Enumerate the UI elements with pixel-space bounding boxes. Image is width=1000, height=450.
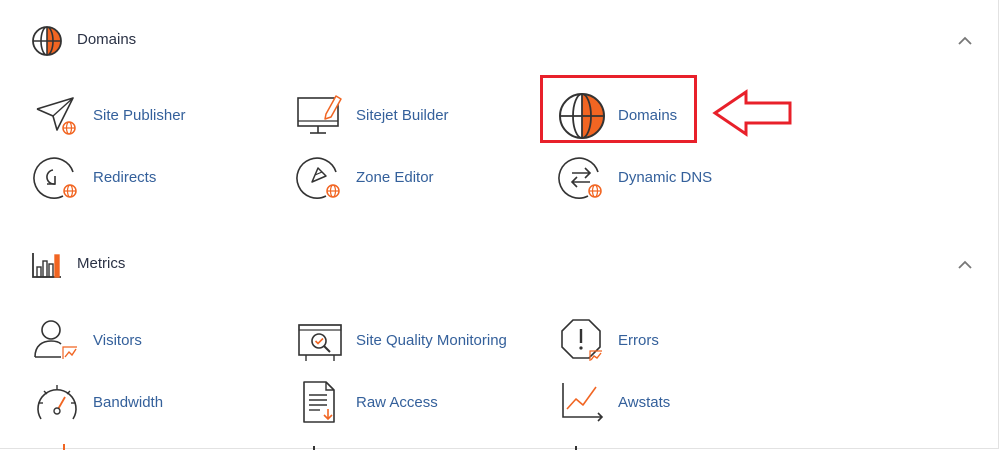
pointer-arrow — [712, 88, 794, 138]
section-header-metrics[interactable]: Metrics — [0, 245, 1000, 285]
compass-globe-icon — [296, 154, 344, 202]
octagon-alert-icon — [558, 317, 606, 365]
errors-label: Errors — [618, 332, 659, 349]
site-quality-monitoring-link[interactable]: Site Quality Monitoring — [296, 317, 536, 365]
globe-icon — [31, 25, 63, 57]
next-row-icon-peek — [63, 444, 65, 450]
zone-editor-link[interactable]: Zone Editor — [296, 154, 536, 202]
chevron-up-icon[interactable] — [957, 257, 973, 273]
site-publisher-link[interactable]: Site Publisher — [33, 92, 273, 140]
site-quality-monitoring-label: Site Quality Monitoring — [356, 332, 507, 349]
bar-chart-icon — [31, 249, 63, 281]
next-row-icon-peek — [575, 446, 577, 450]
sitejet-builder-label: Sitejet Builder — [356, 107, 449, 124]
awstats-link[interactable]: Awstats — [558, 379, 798, 427]
dynamic-dns-link[interactable]: Dynamic DNS — [558, 154, 798, 202]
redirects-label: Redirects — [93, 169, 157, 186]
sitejet-builder-link[interactable]: Sitejet Builder — [296, 92, 536, 140]
redirects-link[interactable]: Redirects — [33, 154, 273, 202]
bandwidth-link[interactable]: Bandwidth — [33, 379, 273, 427]
zone-editor-label: Zone Editor — [356, 169, 434, 186]
monitor-pen-icon — [296, 92, 344, 140]
line-chart-icon — [558, 379, 606, 427]
user-chart-icon — [33, 317, 81, 365]
bandwidth-label: Bandwidth — [93, 394, 164, 411]
section-title-domains: Domains — [77, 31, 137, 48]
arrows-exchange-globe-icon — [558, 154, 606, 202]
errors-link[interactable]: Errors — [558, 317, 798, 365]
raw-access-label: Raw Access — [356, 394, 438, 411]
redirect-globe-icon — [33, 154, 81, 202]
next-row-icon-peek — [313, 446, 315, 450]
dynamic-dns-label: Dynamic DNS — [618, 169, 713, 186]
visitors-label: Visitors — [93, 332, 142, 349]
gauge-icon — [33, 379, 81, 427]
site-publisher-label: Site Publisher — [93, 107, 186, 124]
document-download-icon — [296, 379, 344, 427]
section-title-metrics: Metrics — [77, 255, 126, 272]
highlight-box — [540, 75, 697, 143]
chevron-up-icon[interactable] — [957, 33, 973, 49]
awstats-label: Awstats — [618, 394, 671, 411]
paper-plane-globe-icon — [33, 92, 81, 140]
monitor-magnifier-icon — [296, 317, 344, 365]
section-header-domains[interactable]: Domains — [0, 21, 1000, 61]
visitors-link[interactable]: Visitors — [33, 317, 273, 365]
raw-access-link[interactable]: Raw Access — [296, 379, 536, 427]
